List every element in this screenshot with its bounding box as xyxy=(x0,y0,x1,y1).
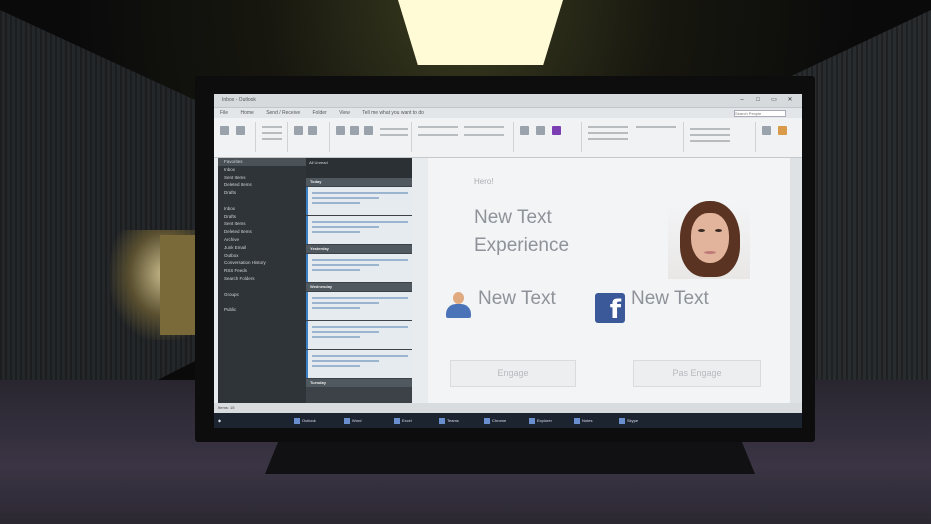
folder-item[interactable]: Deleted Items xyxy=(218,228,306,236)
list-item[interactable] xyxy=(306,254,412,282)
taskbar-item[interactable]: Outlook xyxy=(294,416,316,425)
ribbon-group-move xyxy=(516,122,582,152)
onenote-icon[interactable] xyxy=(552,126,561,135)
taskbar-item[interactable]: Teams xyxy=(439,416,459,425)
monitor-screen: Inbox - Outlook – □ ▭ ✕ File Home Send /… xyxy=(214,94,802,428)
folder-item[interactable]: Conversation History xyxy=(218,259,306,267)
ribbon-group-respond xyxy=(332,122,412,152)
rules-icon[interactable] xyxy=(536,126,545,135)
taskbar-item[interactable]: Explorer xyxy=(529,416,552,425)
tab-file[interactable]: File xyxy=(220,110,228,116)
taskbar-item[interactable]: Excel xyxy=(394,416,412,425)
folder-item[interactable]: Inbox xyxy=(218,166,306,174)
new-items-icon[interactable] xyxy=(236,126,245,135)
ribbon-tabs: File Home Send / Receive Folder View Tel… xyxy=(214,108,802,118)
group-header: Today xyxy=(306,178,412,186)
folder-item[interactable]: Sent Items xyxy=(218,220,306,228)
list-item[interactable] xyxy=(306,350,412,378)
taskbar: ◆ Outlook Word Excel Teams Chrome Explor… xyxy=(214,413,802,428)
user-icon xyxy=(444,292,472,318)
forward-icon[interactable] xyxy=(364,126,373,135)
taskbar-item[interactable]: Chrome xyxy=(484,416,506,425)
hero-label: Hero! xyxy=(474,177,494,186)
restore-icon[interactable]: ▭ xyxy=(770,97,778,104)
taskbar-item[interactable]: Skype xyxy=(619,416,638,425)
folder-item[interactable] xyxy=(218,197,306,205)
reply-all-icon[interactable] xyxy=(350,126,359,135)
folder-item[interactable]: Public xyxy=(218,306,306,314)
folder-item[interactable]: Deleted Items xyxy=(218,181,306,189)
read-aloud-icon[interactable] xyxy=(762,126,771,135)
reading-pane: Hero! New Text Experience New Text f New… xyxy=(428,158,790,403)
filter-all-unread[interactable]: All Unread xyxy=(309,160,328,165)
minimize-icon[interactable]: – xyxy=(738,97,746,104)
message-list-header: All Unread xyxy=(306,158,412,178)
start-icon[interactable]: ◆ xyxy=(218,416,221,425)
headline-line2: Experience xyxy=(474,235,570,256)
ribbon-group-delete xyxy=(258,122,288,152)
scrollbar[interactable] xyxy=(790,158,802,403)
folder-item[interactable]: Drafts xyxy=(218,189,306,197)
archive-icon[interactable] xyxy=(308,126,317,135)
group-header: Wednesday xyxy=(306,283,412,291)
ribbon-group-speech xyxy=(758,122,798,152)
facebook-item-text: New Text xyxy=(631,288,709,309)
status-bar: Items: 15 xyxy=(214,403,802,413)
tab-home[interactable]: Home xyxy=(240,110,253,116)
engage-button[interactable]: Engage xyxy=(450,360,576,387)
user-item-text: New Text xyxy=(478,288,556,309)
reply-icon[interactable] xyxy=(336,126,345,135)
facebook-icon[interactable]: f xyxy=(595,293,625,323)
folder-item[interactable]: Sent Items xyxy=(218,174,306,182)
folder-item[interactable]: Search Folders xyxy=(218,275,306,283)
folder-item[interactable]: Favorites xyxy=(218,158,306,166)
group-header: Tuesday xyxy=(306,379,412,387)
group-header: Yesterday xyxy=(306,245,412,253)
store-icon[interactable] xyxy=(778,126,787,135)
taskbar-item[interactable]: Word xyxy=(344,416,361,425)
folder-item[interactable]: Outbox xyxy=(218,252,306,260)
folder-item[interactable]: Inbox xyxy=(218,205,306,213)
taskbar-item[interactable]: Notes xyxy=(574,416,592,425)
list-item[interactable] xyxy=(306,321,412,349)
search-people-input[interactable]: Search People xyxy=(734,110,786,117)
message-list: All Unread Today Yesterday Wednesday Tue… xyxy=(306,158,412,428)
folder-item[interactable]: Archive xyxy=(218,236,306,244)
window-title: Inbox - Outlook xyxy=(222,97,256,103)
folder-pane: Favorites Inbox Sent Items Deleted Items… xyxy=(218,158,306,428)
folder-item[interactable]: Junk Email xyxy=(218,244,306,252)
ribbon-group-archive xyxy=(290,122,330,152)
portrait-photo xyxy=(668,199,750,279)
headline-line1: New Text xyxy=(474,207,552,228)
monitor-stand xyxy=(265,438,755,474)
ceiling-light xyxy=(398,0,563,65)
folder-item[interactable] xyxy=(218,298,306,306)
wall-lamp xyxy=(160,235,195,335)
close-icon[interactable]: ✕ xyxy=(786,97,794,104)
ribbon-group-find xyxy=(686,122,756,152)
folder-item[interactable] xyxy=(218,283,306,291)
ribbon-group-quick-steps xyxy=(414,122,514,152)
new-email-icon[interactable] xyxy=(220,126,229,135)
room-scene: Inbox - Outlook – □ ▭ ✕ File Home Send /… xyxy=(0,0,931,524)
delete-icon[interactable] xyxy=(294,126,303,135)
tell-me-box[interactable]: Tell me what you want to do xyxy=(362,110,424,116)
maximize-icon[interactable]: □ xyxy=(754,97,762,104)
folder-item[interactable]: Drafts xyxy=(218,213,306,221)
item-count: Items: 15 xyxy=(218,405,235,410)
folder-item[interactable]: Groups xyxy=(218,291,306,299)
folder-item[interactable]: RSS Feeds xyxy=(218,267,306,275)
list-item[interactable] xyxy=(306,216,412,244)
pas-engage-button[interactable]: Pas Engage xyxy=(633,360,761,387)
ribbon xyxy=(214,118,802,158)
ribbon-group-tags xyxy=(584,122,684,152)
list-item[interactable] xyxy=(306,187,412,215)
tab-send-receive[interactable]: Send / Receive xyxy=(266,110,300,116)
ribbon-group-new xyxy=(216,122,256,152)
move-icon[interactable] xyxy=(520,126,529,135)
list-item[interactable] xyxy=(306,292,412,320)
tab-view[interactable]: View xyxy=(339,110,350,116)
tab-folder[interactable]: Folder xyxy=(313,110,327,116)
title-bar: Inbox - Outlook – □ ▭ ✕ xyxy=(214,94,802,108)
